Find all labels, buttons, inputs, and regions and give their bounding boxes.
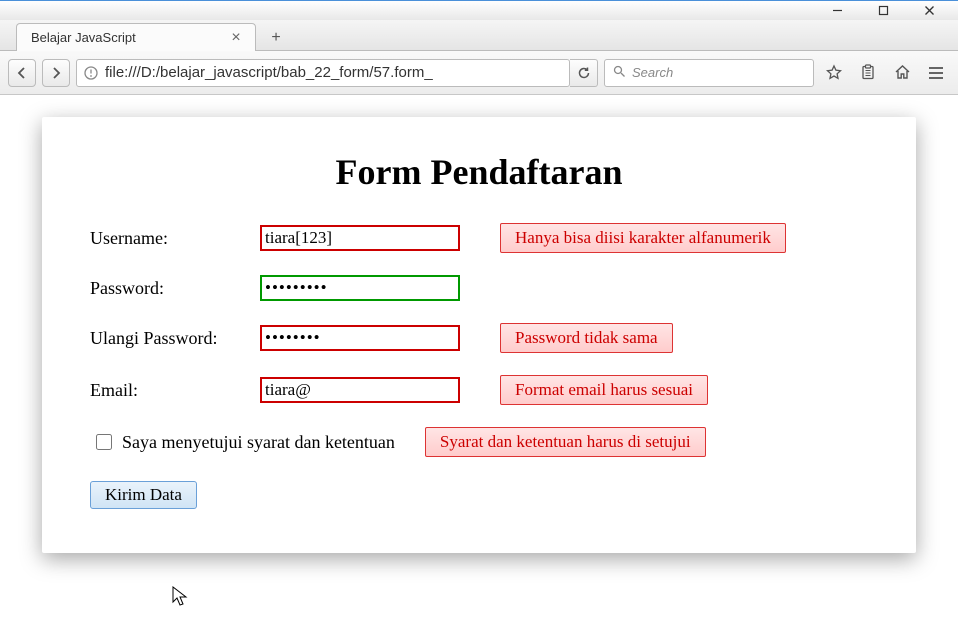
- error-username: Hanya bisa diisi karakter alfanumerik: [500, 223, 786, 253]
- browser-toolbar: file:///D:/belajar_javascript/bab_22_for…: [0, 51, 958, 95]
- tab-close-button[interactable]: ×: [227, 29, 245, 47]
- error-password-repeat: Password tidak sama: [500, 323, 673, 353]
- url-bar[interactable]: file:///D:/belajar_javascript/bab_22_for…: [76, 59, 570, 87]
- new-tab-button[interactable]: +: [262, 26, 290, 50]
- tab-title: Belajar JavaScript: [31, 30, 136, 45]
- window-maximize-button[interactable]: [860, 1, 906, 21]
- label-password-repeat: Ulangi Password:: [90, 328, 260, 349]
- form-card: Form Pendaftaran Username: Hanya bisa di…: [42, 117, 916, 553]
- clipboard-icon[interactable]: [854, 59, 882, 87]
- label-password: Password:: [90, 278, 260, 299]
- mouse-cursor-icon: [172, 586, 190, 608]
- page-heading: Form Pendaftaran: [90, 151, 868, 193]
- url-text: file:///D:/belajar_javascript/bab_22_for…: [105, 64, 563, 81]
- window-minimize-button[interactable]: [814, 1, 860, 21]
- bookmark-star-icon[interactable]: [820, 59, 848, 87]
- input-password[interactable]: [260, 275, 460, 301]
- row-password-repeat: Ulangi Password: Password tidak sama: [90, 323, 868, 353]
- error-terms: Syarat dan ketentuan harus di setujui: [425, 427, 706, 457]
- label-terms[interactable]: Saya menyetujui syarat dan ketentuan: [122, 432, 395, 453]
- input-password-repeat[interactable]: [260, 325, 460, 351]
- back-button[interactable]: [8, 59, 36, 87]
- checkbox-terms[interactable]: [96, 434, 112, 450]
- forward-button[interactable]: [42, 59, 70, 87]
- page-viewport: Form Pendaftaran Username: Hanya bisa di…: [0, 95, 958, 632]
- input-username[interactable]: [260, 225, 460, 251]
- window-close-button[interactable]: [906, 1, 952, 21]
- menu-icon[interactable]: [922, 59, 950, 87]
- reload-button[interactable]: [570, 59, 598, 87]
- search-icon: [613, 65, 626, 81]
- search-box[interactable]: Search: [604, 59, 814, 87]
- row-username: Username: Hanya bisa diisi karakter alfa…: [90, 223, 868, 253]
- row-email: Email: Format email harus sesuai: [90, 375, 868, 405]
- browser-tab-active[interactable]: Belajar JavaScript ×: [16, 23, 256, 51]
- submit-button[interactable]: Kirim Data: [90, 481, 197, 509]
- input-email[interactable]: [260, 377, 460, 403]
- window-titlebar: [0, 0, 958, 20]
- site-identity-icon[interactable]: [83, 65, 99, 81]
- home-icon[interactable]: [888, 59, 916, 87]
- search-placeholder: Search: [632, 65, 673, 80]
- label-email: Email:: [90, 380, 260, 401]
- browser-tabstrip: Belajar JavaScript × +: [0, 20, 958, 51]
- label-username: Username:: [90, 228, 260, 249]
- error-email: Format email harus sesuai: [500, 375, 708, 405]
- row-password: Password:: [90, 275, 868, 301]
- row-terms: Saya menyetujui syarat dan ketentuan Sya…: [90, 427, 868, 457]
